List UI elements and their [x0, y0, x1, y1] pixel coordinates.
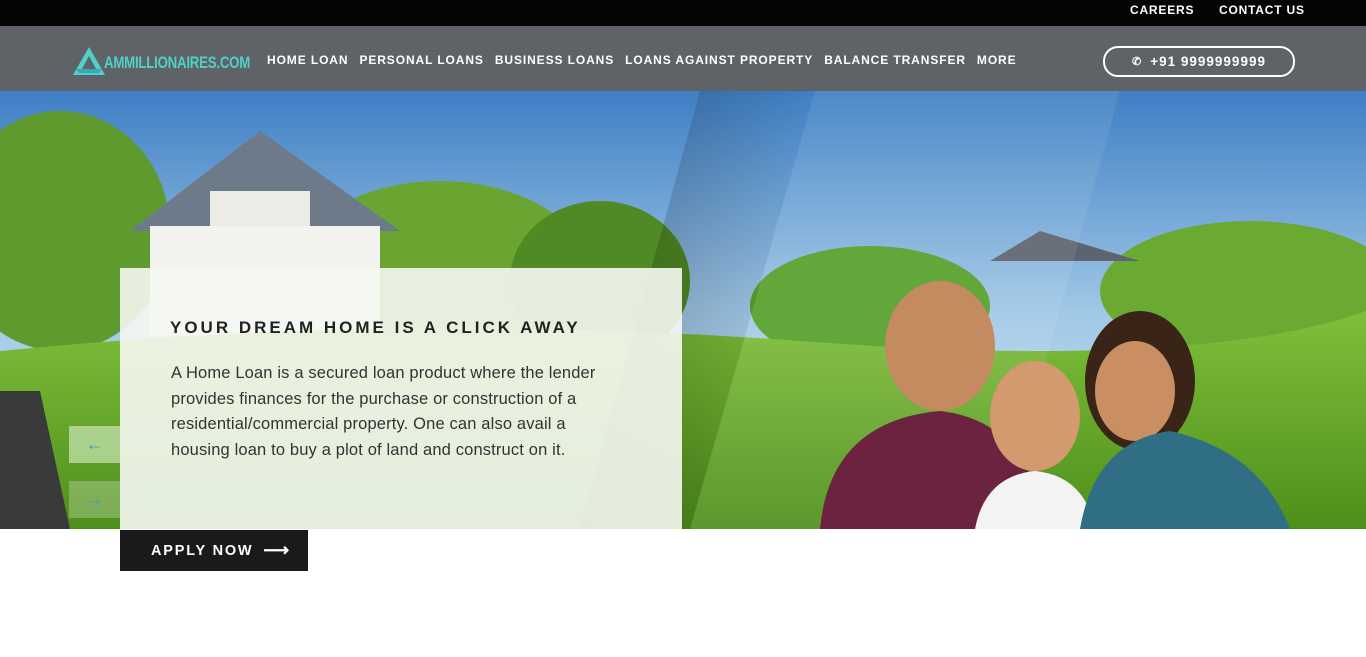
logo-icon — [73, 47, 105, 75]
brand-name: AMMILLIONAIRES.COM — [104, 53, 251, 72]
site-logo[interactable]: AMMILLIONAIRES.COM — [72, 46, 291, 76]
careers-link[interactable]: CAREERS — [1130, 3, 1194, 17]
slider-prev-button[interactable]: ← — [69, 426, 120, 463]
long-arrow-right-icon: ⟶ — [263, 540, 290, 560]
nav-balance-transfer[interactable]: BALANCE TRANSFER — [824, 53, 966, 67]
phone-button[interactable]: ✆ +91 9999999999 — [1103, 46, 1295, 77]
main-navbar: AMMILLIONAIRES.COM HOME LOAN PERSONAL LO… — [0, 26, 1366, 91]
contact-us-link[interactable]: CONTACT US — [1219, 3, 1305, 17]
hero-title: YOUR DREAM HOME IS A CLICK AWAY — [170, 318, 581, 337]
top-bar: CAREERS CONTACT US — [0, 0, 1366, 26]
primary-menu: HOME LOAN PERSONAL LOANS BUSINESS LOANS … — [267, 53, 1028, 67]
hero-slider: YOUR DREAM HOME IS A CLICK AWAY A Home L… — [0, 91, 1366, 529]
slider-next-button[interactable]: → — [69, 481, 120, 518]
nav-home-loan[interactable]: HOME LOAN — [267, 53, 348, 67]
nav-more[interactable]: MORE — [977, 53, 1017, 67]
nav-loans-against-property[interactable]: LOANS AGAINST PROPERTY — [625, 53, 813, 67]
hero-caption-panel: YOUR DREAM HOME IS A CLICK AWAY A Home L… — [120, 268, 682, 529]
phone-number: +91 9999999999 — [1150, 54, 1266, 69]
arrow-right-icon: → — [85, 489, 104, 509]
phone-icon: ✆ — [1132, 56, 1143, 68]
apply-now-button[interactable]: APPLY NOW ⟶ — [120, 530, 308, 571]
apply-now-label: APPLY NOW — [151, 542, 254, 559]
nav-personal-loans[interactable]: PERSONAL LOANS — [359, 53, 483, 67]
arrow-left-icon: ← — [85, 434, 104, 454]
hero-description: A Home Loan is a secured loan product wh… — [171, 364, 596, 459]
nav-business-loans[interactable]: BUSINESS LOANS — [495, 53, 614, 67]
